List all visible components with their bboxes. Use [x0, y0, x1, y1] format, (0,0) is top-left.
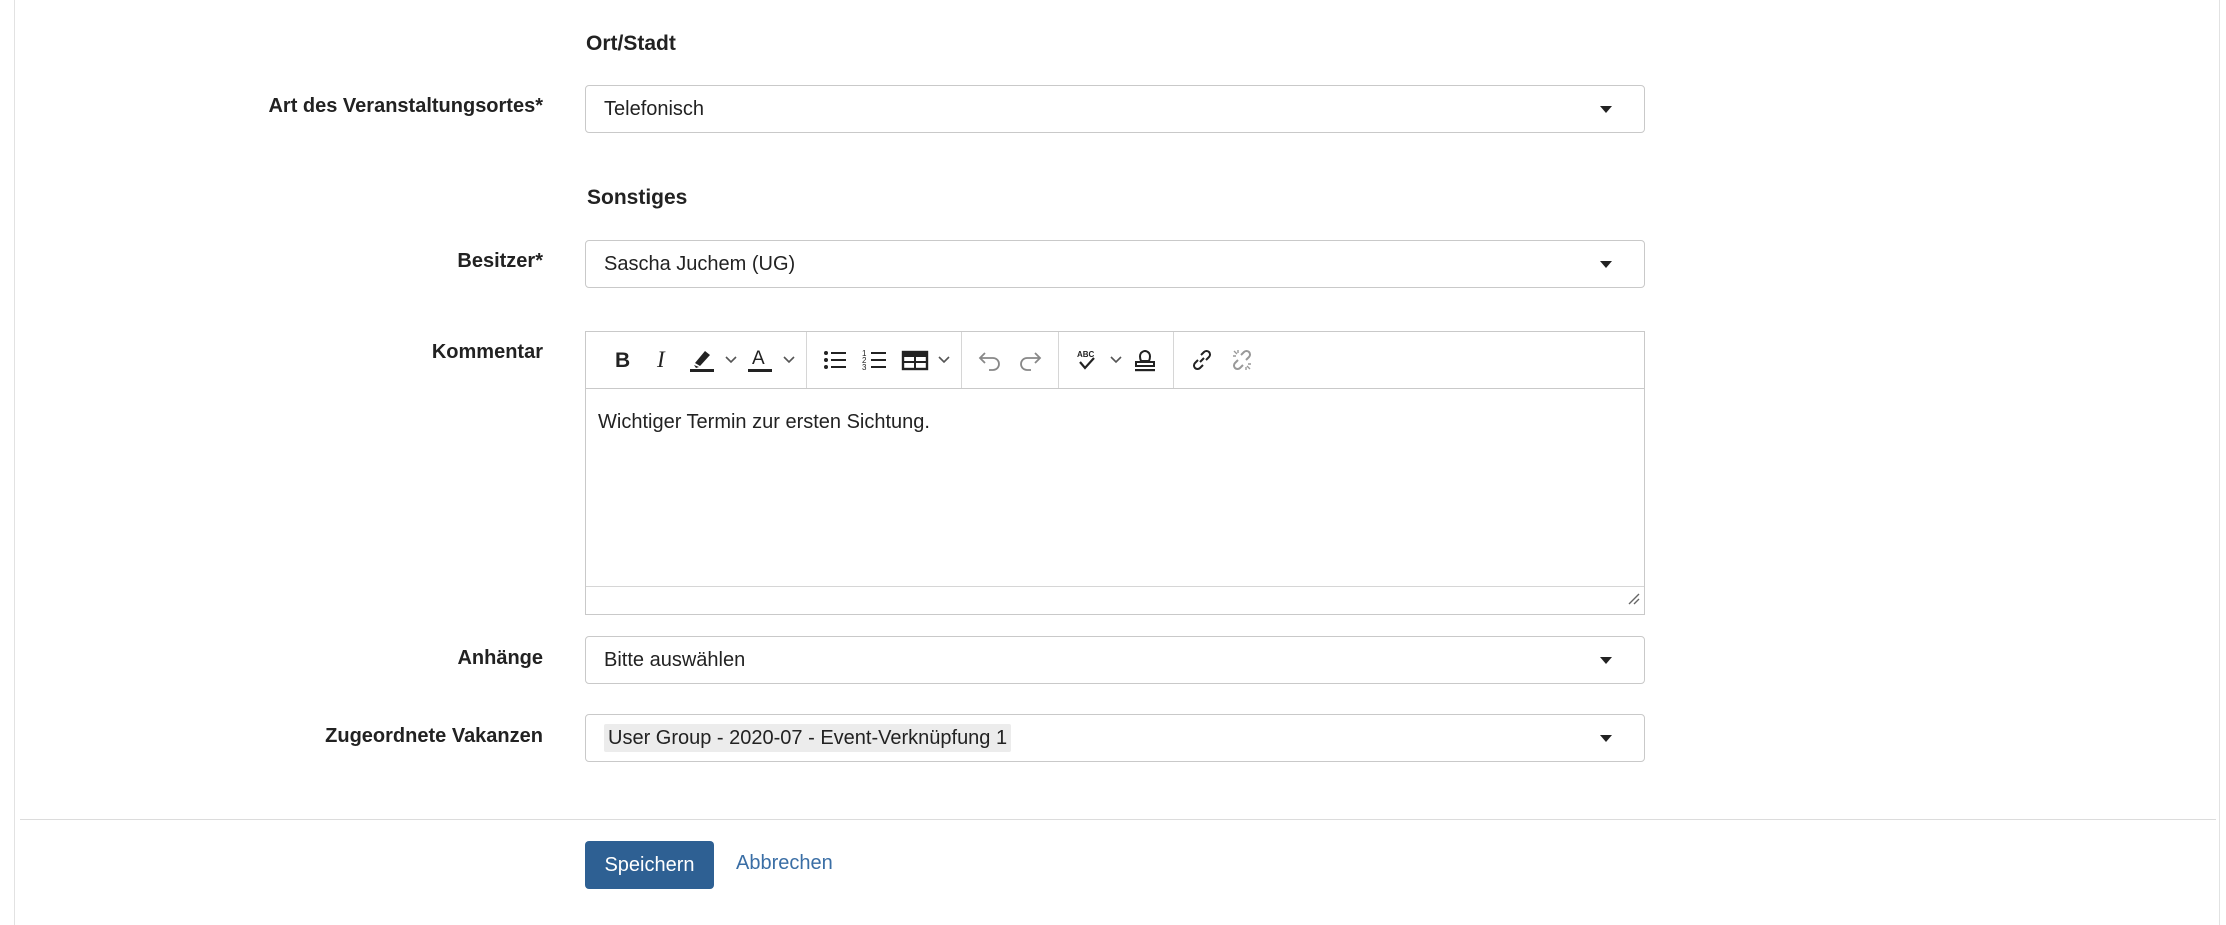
section-title-location: Ort/Stadt — [586, 32, 676, 55]
unlink-icon[interactable] — [1222, 340, 1262, 380]
toolbar-group-links — [1174, 332, 1270, 388]
chevron-down-icon — [1600, 105, 1612, 113]
svg-text:B: B — [615, 349, 630, 371]
chevron-down-icon — [1600, 260, 1612, 268]
chevron-down-icon[interactable] — [780, 355, 798, 365]
editor-statusbar — [586, 586, 1644, 614]
svg-text:ABC: ABC — [1077, 350, 1095, 359]
save-button[interactable]: Speichern — [585, 841, 714, 889]
highlight-icon[interactable] — [682, 340, 722, 380]
link-icon[interactable] — [1182, 340, 1222, 380]
table-icon[interactable] — [895, 340, 935, 380]
toolbar-group-lists: 1 2 3 — [807, 332, 962, 388]
owner-label: Besitzer* — [457, 250, 543, 272]
numbered-list-icon[interactable]: 1 2 3 — [855, 340, 895, 380]
comment-label: Kommentar — [431, 341, 543, 363]
toolbar-group-tools: ABC — [1059, 332, 1174, 388]
venue-type-select[interactable]: Telefonisch — [585, 85, 1645, 133]
comment-text: Wichtiger Termin zur ersten Sichtung. — [598, 411, 930, 433]
section-title-other: Sonstiges — [587, 186, 688, 209]
spellcheck-icon[interactable]: ABC — [1067, 340, 1107, 380]
vacancies-label: Zugeordnete Vakanzen — [325, 725, 543, 747]
footer-divider — [20, 819, 2216, 820]
bold-icon[interactable]: B — [602, 340, 642, 380]
svg-text:3: 3 — [862, 363, 867, 371]
comment-text-area[interactable]: Wichtiger Termin zur ersten Sichtung. — [586, 389, 1644, 587]
toolbar-group-history — [962, 332, 1059, 388]
chevron-down-icon[interactable] — [1107, 355, 1125, 365]
attachments-select[interactable]: Bitte auswählen — [585, 636, 1645, 684]
attachments-label: Anhänge — [457, 647, 543, 669]
owner-value: Sascha Juchem (UG) — [604, 252, 796, 275]
svg-text:I: I — [656, 349, 666, 371]
undo-icon[interactable] — [970, 340, 1010, 380]
venue-type-label: Art des Veranstaltungsortes* — [268, 95, 543, 117]
attachments-placeholder: Bitte auswählen — [604, 648, 746, 671]
chevron-down-icon — [1600, 656, 1612, 664]
resize-handle-icon[interactable] — [1626, 591, 1640, 610]
font-color-icon[interactable]: A — [740, 340, 780, 380]
svg-text:A: A — [752, 348, 765, 369]
cancel-link[interactable]: Abbrechen — [736, 852, 833, 875]
editor-toolbar: B I A 1 2 3 ABC — [586, 332, 1644, 389]
owner-select[interactable]: Sascha Juchem (UG) — [585, 240, 1645, 288]
redo-icon[interactable] — [1010, 340, 1050, 380]
toolbar-group-format: B I A — [594, 332, 807, 388]
vacancies-select[interactable]: User Group - 2020-07 - Event-Verknüpfung… — [585, 714, 1645, 762]
italic-icon[interactable]: I — [642, 340, 682, 380]
chevron-down-icon — [1600, 734, 1612, 742]
stamp-icon[interactable] — [1125, 340, 1165, 380]
chevron-down-icon[interactable] — [935, 355, 953, 365]
bulleted-list-icon[interactable] — [815, 340, 855, 380]
chevron-down-icon[interactable] — [722, 355, 740, 365]
comment-editor: B I A 1 2 3 ABC Wichtiger Termin zur ers… — [585, 331, 1645, 615]
venue-type-value: Telefonisch — [604, 97, 705, 120]
vacancy-tag[interactable]: User Group - 2020-07 - Event-Verknüpfung… — [604, 723, 1012, 752]
